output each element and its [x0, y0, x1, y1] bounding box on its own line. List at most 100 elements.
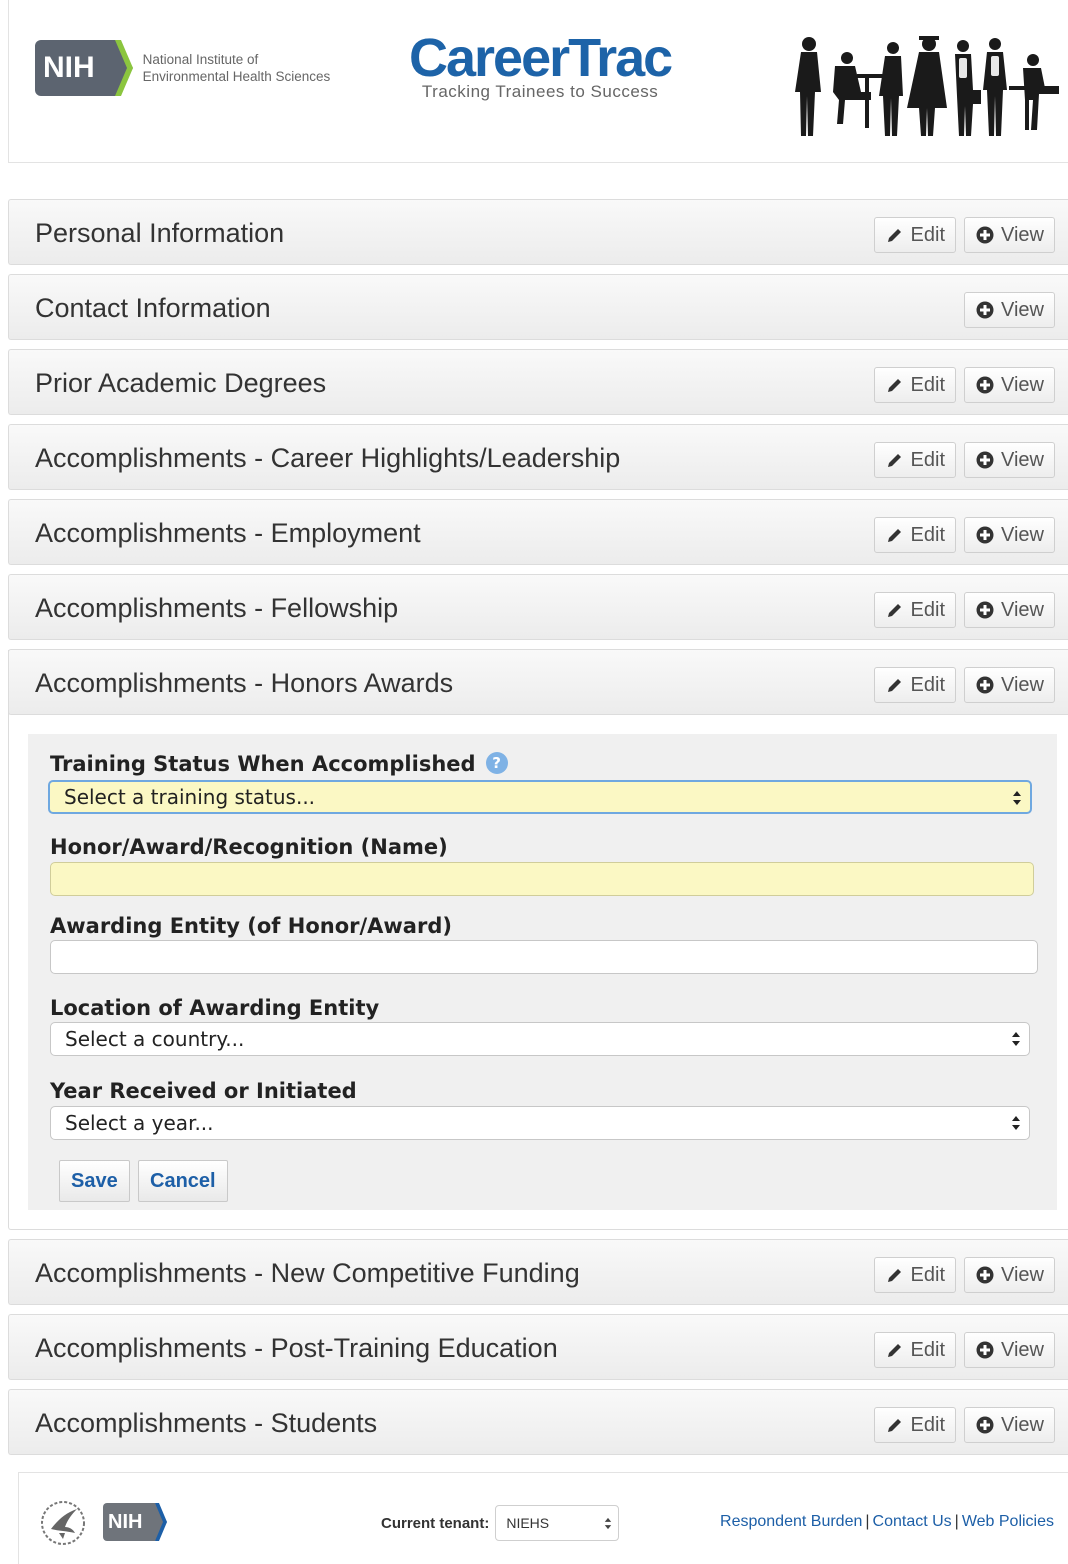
careertrac-logo[interactable]: CareerTrac Tracking Trainees to Success: [409, 28, 673, 102]
plus-circle-icon: [975, 1340, 995, 1360]
country-select[interactable]: Select a country...: [50, 1022, 1030, 1056]
section-title: Prior Academic Degrees: [35, 368, 327, 398]
edit-label: Edit: [910, 523, 945, 546]
view-button[interactable]: View: [964, 217, 1055, 253]
section-title: Contact Information: [35, 293, 271, 323]
select-arrows-icon: [1013, 791, 1021, 805]
year-value: Select a year...: [65, 1111, 214, 1135]
niehs-name-line2: Environmental Health Sciences: [142, 69, 331, 84]
view-label: View: [1001, 1263, 1044, 1286]
view-button[interactable]: View: [964, 1257, 1055, 1293]
training-status-label-text: Training Status When Accomplished: [50, 752, 476, 776]
view-label: View: [1001, 1338, 1044, 1361]
country-value: Select a country...: [65, 1027, 245, 1051]
view-button[interactable]: View: [964, 667, 1055, 703]
plus-circle-icon: [975, 375, 995, 395]
tenant-value: NIEHS: [506, 1515, 550, 1531]
section-title: Personal Information: [35, 218, 285, 248]
edit-button[interactable]: Edit: [873, 1332, 956, 1368]
year-select[interactable]: Select a year...: [50, 1106, 1030, 1140]
edit-button[interactable]: Edit: [873, 442, 956, 478]
nih-badge: NIH: [35, 40, 133, 96]
view-button[interactable]: View: [964, 1332, 1055, 1368]
view-button[interactable]: View: [964, 367, 1055, 403]
pencil-icon: [885, 525, 905, 545]
view-label: View: [1001, 373, 1044, 396]
view-button[interactable]: View: [964, 1407, 1055, 1443]
awarding-entity-input[interactable]: [50, 940, 1038, 974]
footer-nih-abbrev: NIH: [103, 1503, 148, 1541]
nih-abbrev: NIH: [35, 40, 103, 96]
cancel-button[interactable]: Cancel: [138, 1160, 228, 1202]
section-title: Accomplishments - Students: [35, 1408, 378, 1438]
save-button[interactable]: Save: [59, 1160, 130, 1202]
footer-links: Respondent Burden | Contact Us | Web Policie…: [720, 1513, 1054, 1531]
view-label: View: [1001, 223, 1044, 246]
section-prior-academic-degrees: Prior Academic Degrees Edit View: [8, 349, 1068, 415]
section-title: Accomplishments - Employment: [35, 518, 421, 548]
edit-button[interactable]: Edit: [873, 217, 956, 253]
select-arrows-icon: [605, 1517, 612, 1530]
view-button[interactable]: View: [964, 592, 1055, 628]
app-tagline: Tracking Trainees to Success: [421, 82, 659, 101]
section-personal-information: Personal Information Edit View: [8, 199, 1068, 265]
tenant-select[interactable]: NIEHS: [495, 1505, 620, 1541]
edit-button[interactable]: Edit: [873, 667, 956, 703]
training-status-select[interactable]: Select a training status...: [48, 780, 1032, 814]
tenant-label: Current tenant:: [381, 1514, 490, 1532]
view-button[interactable]: View: [964, 442, 1055, 478]
section-honors-awards: Accomplishments - Honors Awards Edit Vie…: [8, 649, 1068, 715]
pencil-icon: [885, 1265, 905, 1285]
plus-circle-icon: [975, 450, 995, 470]
footer-nih-logo[interactable]: NIH: [103, 1503, 168, 1541]
edit-button[interactable]: Edit: [873, 592, 956, 628]
app-title: CareerTrac: [409, 28, 673, 88]
link-separator: |: [865, 1513, 870, 1530]
edit-button[interactable]: Edit: [873, 1407, 956, 1443]
view-button[interactable]: View: [964, 292, 1055, 328]
location-label: Location of Awarding Entity: [50, 996, 380, 1020]
section-new-competitive-funding: Accomplishments - New Competitive Fundin…: [8, 1239, 1068, 1305]
year-label: Year Received or Initiated: [50, 1079, 357, 1103]
honors-award-form: Training Status When Accomplished? Selec…: [28, 734, 1057, 1210]
select-arrows-icon: [1012, 1032, 1020, 1046]
plus-circle-icon: [975, 600, 995, 620]
web-policies-link[interactable]: Web Policies: [962, 1513, 1054, 1530]
plus-circle-icon: [975, 1415, 995, 1435]
edit-button[interactable]: Edit: [873, 367, 956, 403]
view-label: View: [1001, 523, 1044, 546]
select-arrows-icon: [1012, 1116, 1020, 1130]
section-title: Accomplishments - Career Highlights/Lead…: [35, 443, 621, 473]
link-separator: |: [954, 1513, 959, 1530]
awarding-entity-label: Awarding Entity (of Honor/Award): [50, 914, 452, 938]
edit-label: Edit: [910, 223, 945, 246]
view-button[interactable]: View: [964, 517, 1055, 553]
site-header: NIH National Institute of Environmental …: [8, 0, 1068, 163]
edit-label: Edit: [910, 598, 945, 621]
niehs-name-line1: National Institute of: [142, 52, 259, 67]
view-label: View: [1001, 1413, 1044, 1436]
nih-niehs-logo[interactable]: NIH National Institute of Environmental …: [35, 40, 330, 96]
contact-us-link[interactable]: Contact Us: [873, 1513, 952, 1530]
section-title: Accomplishments - New Competitive Fundin…: [35, 1258, 580, 1288]
people-silhouettes-image: [795, 36, 1059, 136]
edit-button[interactable]: Edit: [873, 1257, 956, 1293]
niehs-name: National Institute of Environmental Heal…: [143, 51, 331, 85]
honor-name-input[interactable]: [50, 862, 1034, 896]
edit-label: Edit: [910, 373, 945, 396]
hhs-eagle-icon[interactable]: [39, 1499, 87, 1547]
honor-name-label: Honor/Award/Recognition (Name): [50, 835, 448, 859]
section-employment: Accomplishments - Employment Edit View: [8, 499, 1068, 565]
help-icon[interactable]: ?: [485, 752, 508, 774]
training-status-value: Select a training status...: [64, 785, 316, 809]
respondent-burden-link[interactable]: Respondent Burden: [720, 1513, 862, 1530]
pencil-icon: [885, 225, 905, 245]
section-title: Accomplishments - Honors Awards: [35, 668, 454, 698]
edit-label: Edit: [910, 1413, 945, 1436]
pencil-icon: [885, 600, 905, 620]
section-career-highlights: Accomplishments - Career Highlights/Lead…: [8, 424, 1068, 490]
pencil-icon: [885, 675, 905, 695]
training-status-label: Training Status When Accomplished?: [50, 752, 508, 776]
edit-button[interactable]: Edit: [873, 517, 956, 553]
nih-chevron-icon: [147, 1503, 168, 1541]
